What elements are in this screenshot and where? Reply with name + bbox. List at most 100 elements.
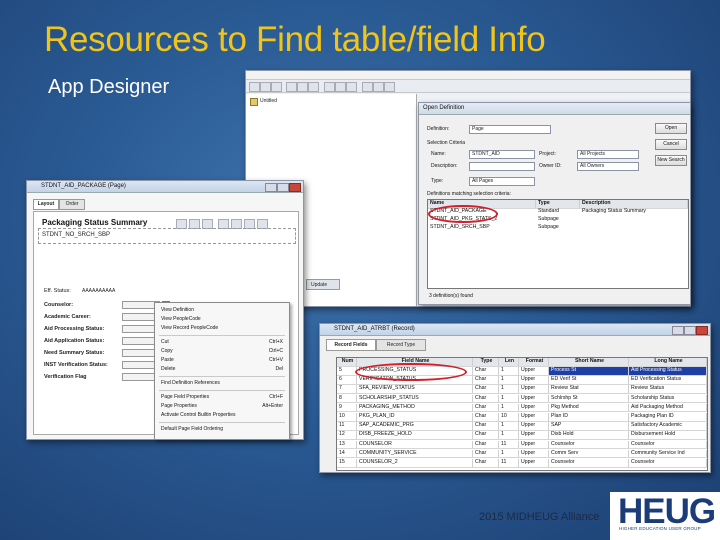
name-input[interactable]: STDNT_AID [469,150,535,159]
page-tab-layout[interactable]: Layout [33,199,59,210]
record-field-cell: SFA_REVIEW_STATUS [357,385,473,393]
context-menu-item[interactable]: Page Properties [161,403,197,409]
record-field-cell: DISB_FREEZE_HOLD [357,431,473,439]
owner-select[interactable]: All Owners [577,162,639,171]
project-select[interactable]: All Projects [577,150,639,159]
page-field-label[interactable]: Need Summary Status: [44,350,104,356]
context-menu-item[interactable]: View Record PeopleCode [161,325,218,331]
subpage-box[interactable]: STDNT_NO_SRCH_SBP [38,228,296,244]
page-heading: Packaging Status Summary [42,218,148,227]
record-field-cell: 6 [337,376,357,384]
page-field-label[interactable]: INST Verification Status: [44,362,108,368]
record-field-cell: SCHOLARSHIP_STATUS [357,394,473,403]
record-tab[interactable]: Record Fields [326,339,376,351]
eff-status-label: Eff. Status: [44,288,71,294]
record-field-cell: Upper [519,385,549,393]
page-field-label[interactable]: Aid Processing Status: [44,326,104,332]
record-field-row[interactable]: 7 SFA_REVIEW_STATUS Char 1 Upper Review Stat R… [337,385,707,394]
page-field-label[interactable]: Academic Career: [44,314,91,320]
record-field-cell: Schlrshp St [549,394,629,403]
toolbar [246,80,690,93]
record-field-cell: 14 [337,449,357,458]
context-menu-item[interactable]: View Definition [161,307,194,313]
record-col-header[interactable]: Len [499,358,519,366]
record-field-cell: Counselor [549,459,629,467]
record-field-cell: Upper [519,440,549,449]
record-field-row[interactable]: 10 PKG_PLAN_ID Char 10 Upper Plan ID Packaging… [337,413,707,422]
context-menu-item[interactable]: View PeopleCode [161,316,201,322]
record-field-cell: Char [473,367,499,375]
context-menu-item[interactable]: Activate Control Builtin Properties [161,412,235,418]
record-field-cell: 9 [337,403,357,412]
record-field-row[interactable]: 9 PACKAGING_METHOD Char 1 Upper Pkg Method Aid… [337,403,707,413]
record-field-cell: Upper [519,449,549,458]
record-field-cell: Review Stat [549,385,629,393]
page-field-label[interactable]: Verification Flag [44,374,86,380]
context-menu-item[interactable]: Copy [161,348,173,354]
context-menu-separator [159,376,285,377]
record-col-header[interactable]: Short Name [549,358,629,366]
maximize-button[interactable] [277,183,289,192]
record-col-header[interactable]: Type [473,358,499,366]
record-field-row[interactable]: 13 COUNSELOR Char 11 Upper Counselor Counselor [337,440,707,450]
page-tab-order[interactable]: Order [59,199,85,210]
record-field-cell: PACKAGING_METHOD [357,403,473,412]
context-menu-item[interactable]: Cut [161,339,169,345]
record-field-cell: 7 [337,385,357,393]
minimize-button[interactable] [265,183,277,192]
record-col-header[interactable]: Long Name [629,358,707,366]
record-col-header[interactable]: Num [337,358,357,366]
record-field-cell: Upper [519,394,549,403]
untitled-doc-icon [250,98,258,106]
cancel-button[interactable]: Cancel [655,139,687,150]
definition-select[interactable]: Page [469,125,551,134]
record-field-row[interactable]: 8 SCHOLARSHIP_STATUS Char 1 Upper Schlrshp St… [337,394,707,404]
record-field-cell: Upper [519,459,549,467]
record-field-cell: Aid Packaging Method [629,403,707,412]
context-menu-item[interactable]: Paste [161,357,174,363]
selection-criteria-label: Selection Criteria [427,140,466,146]
record-field-cell: Counselor [629,440,707,449]
record-field-cell: 1 [499,422,519,430]
record-field-cell: SAP [549,422,629,430]
type-select[interactable]: All Pages [469,177,535,186]
record-field-cell: Char [473,413,499,421]
page-field-label[interactable]: Aid Application Status: [44,338,104,344]
record-field-cell: 5 [337,367,357,375]
record-field-cell: Char [473,403,499,412]
record-field-row[interactable]: 11 SAP_ACADEMIC_PRG Char 1 Upper SAP Satisfact… [337,422,707,431]
context-menu-item[interactable]: Page Field Properties [161,394,209,400]
context-menu-item[interactable]: Delete [161,366,175,372]
definition-row[interactable]: STDNT_AID_SRCH_SBP Subpage [428,224,688,232]
record-titlebar: STDNT_AID_ATRBT (Record) [320,324,710,336]
type-label: Type: [431,178,444,184]
record-col-header[interactable]: Format [519,358,549,366]
definition-cell: Packaging Status Summary [582,208,647,214]
record-field-row[interactable]: 14 COMMUNITY_SERVICE Char 1 Upper Comm Serv Co… [337,449,707,459]
context-menu-item[interactable]: Find Definition References [161,380,220,386]
definitions-col-header[interactable]: Description [580,200,688,208]
context-menu-item[interactable]: Default Page Field Ordering [161,426,223,432]
status-tab[interactable]: Update [306,279,340,290]
record-minimize-button[interactable] [672,326,684,335]
slide-footer: 2015 MIDHEUG Alliance [479,511,600,523]
record-field-cell: Char [473,394,499,403]
open-button[interactable]: Open [655,123,687,134]
record-field-row[interactable]: 15 COUNSELOR_2 Char 11 Upper Counselor Counsel… [337,459,707,468]
record-field-cell: 8 [337,394,357,403]
record-field-row[interactable]: 12 DISB_FREEZE_HOLD Char 1 Upper Disb Hold Dis… [337,431,707,440]
close-button[interactable] [289,183,301,192]
record-close-button[interactable] [696,326,708,335]
record-maximize-button[interactable] [684,326,696,335]
new-search-button[interactable]: New Search [655,155,687,166]
description-input[interactable] [469,162,535,171]
record-tab[interactable]: Record Type [376,339,426,351]
record-field-cell: ED Verif St [549,376,629,384]
highlight-oval-field [355,363,467,381]
record-field-cell: 1 [499,449,519,458]
record-field-cell: Process St [549,367,629,375]
page-titlebar: STDNT_AID_PACKAGE (Page) [27,181,303,193]
record-field-cell: COUNSELOR [357,440,473,449]
definitions-col-header[interactable]: Type [536,200,580,208]
page-field-label[interactable]: Counselor: [44,302,73,308]
